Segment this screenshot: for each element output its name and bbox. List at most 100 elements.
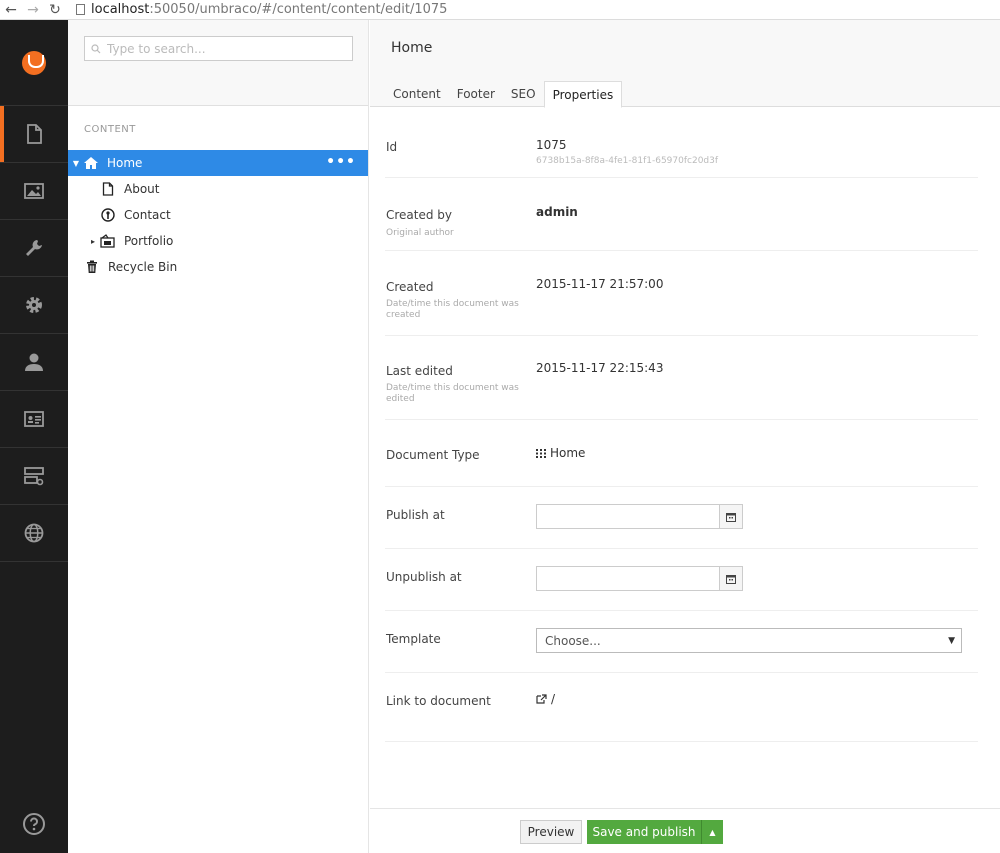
property-link: Link to document / — [385, 673, 978, 742]
tree-item-label: Home — [107, 156, 143, 170]
last-edited-value: 2015-11-17 22:15:43 — [536, 361, 664, 375]
created-by-value: admin — [536, 205, 578, 219]
search-input[interactable] — [107, 41, 347, 56]
tree-item-label: Contact — [124, 208, 171, 222]
collapse-caret-icon[interactable]: ▼ — [71, 159, 81, 168]
document-type-link[interactable]: Home — [536, 446, 585, 460]
publish-at-datepicker[interactable] — [536, 504, 743, 529]
section-content[interactable] — [0, 106, 68, 163]
tree-section-title: CONTENT — [84, 124, 136, 135]
reload-icon[interactable]: ↻ — [44, 0, 66, 20]
section-developer[interactable] — [0, 277, 68, 334]
forms-icon — [24, 467, 44, 486]
content-tree-panel: CONTENT ▼ Home ••• About Contact ▸ — [68, 20, 369, 853]
calendar-icon[interactable] — [719, 567, 742, 590]
media-icon — [24, 183, 44, 199]
dropdown-arrow-icon: ▼ — [948, 635, 955, 646]
url-host: localhost — [91, 2, 150, 17]
url-path: :50050/umbraco/#/content/content/edit/10… — [149, 2, 448, 17]
section-users[interactable] — [0, 334, 68, 391]
save-and-publish-label: Save and publish — [592, 825, 696, 839]
address-bar[interactable]: localhost:50050/umbraco/#/content/conten… — [76, 2, 447, 17]
section-settings[interactable] — [0, 220, 68, 277]
tree-item-home[interactable]: ▼ Home ••• — [68, 150, 368, 176]
unpublish-at-datepicker[interactable] — [536, 566, 743, 591]
section-forms[interactable] — [0, 448, 68, 505]
property-created: Created Date/time this document was crea… — [385, 251, 978, 336]
property-label: Document Type — [386, 448, 480, 462]
browser-toolbar: ← → ↻ localhost:50050/umbraco/#/content/… — [0, 0, 1000, 20]
external-link-icon — [536, 694, 547, 704]
tree-item-recycle-bin[interactable]: Recycle Bin — [68, 254, 368, 280]
search-box[interactable] — [84, 36, 353, 61]
editor-header: Home Content Footer SEO Properties — [370, 20, 1000, 108]
property-id: Id 1075 6738b15a-8f8a-4fe1-81f1-65970fc2… — [385, 107, 978, 178]
property-label: Created by — [386, 208, 453, 222]
user-icon — [25, 353, 43, 371]
section-media[interactable] — [0, 163, 68, 220]
section-translation[interactable] — [0, 505, 68, 562]
tab-seo[interactable]: SEO — [503, 81, 544, 107]
property-label: Unpublish at — [386, 570, 462, 584]
member-card-icon — [24, 411, 44, 427]
property-label: Id — [386, 140, 398, 154]
contact-icon — [98, 207, 118, 223]
document-link[interactable]: / — [536, 692, 555, 706]
expand-caret-icon[interactable]: ▸ — [88, 237, 98, 246]
document-type-name: Home — [550, 446, 586, 460]
more-actions-icon[interactable]: ••• — [326, 154, 356, 170]
tree-item-label: Recycle Bin — [108, 260, 178, 274]
globe-icon — [24, 523, 44, 543]
app-sidebar — [0, 20, 68, 853]
calendar-icon[interactable] — [719, 505, 742, 528]
back-icon[interactable]: ← — [0, 0, 22, 20]
tree-item-portfolio[interactable]: ▸ Portfolio — [68, 228, 368, 254]
tab-properties[interactable]: Properties — [543, 81, 623, 108]
document-icon — [98, 181, 118, 197]
editor-panel: Home Content Footer SEO Properties Id 10… — [370, 20, 1000, 853]
guid-value: 6738b15a-8f8a-4fe1-81f1-65970fc20d3f — [536, 156, 719, 166]
page-icon — [76, 4, 85, 15]
gear-icon — [26, 297, 42, 313]
tree-list: ▼ Home ••• About Contact ▸ Portfolio Rec… — [68, 150, 368, 280]
property-description: Date/time this document was edited — [386, 383, 519, 404]
tab-content[interactable]: Content — [385, 81, 449, 107]
property-template: Template Choose... ▼ — [385, 611, 978, 673]
document-icon — [27, 124, 42, 144]
forward-icon[interactable]: → — [22, 0, 44, 20]
help-button[interactable] — [0, 809, 68, 839]
help-icon — [23, 813, 45, 835]
properties-list: Id 1075 6738b15a-8f8a-4fe1-81f1-65970fc2… — [370, 107, 1000, 742]
preview-button[interactable]: Preview — [520, 820, 582, 844]
tree-item-contact[interactable]: Contact — [68, 202, 368, 228]
section-members[interactable] — [0, 391, 68, 448]
wrench-icon — [26, 240, 42, 256]
property-created-by: Created by Original author admin — [385, 178, 978, 251]
unpublish-at-input[interactable] — [537, 567, 719, 590]
property-publish-at: Publish at — [385, 487, 978, 549]
tree-item-label: About — [124, 182, 160, 196]
property-label: Template — [386, 632, 441, 646]
publish-at-input[interactable] — [537, 505, 719, 528]
template-select[interactable]: Choose... ▼ — [536, 628, 962, 653]
tab-footer[interactable]: Footer — [449, 81, 503, 107]
logo-area[interactable] — [0, 20, 68, 106]
page-name[interactable]: Home — [391, 40, 432, 56]
property-last-edited: Last edited Date/time this document was … — [385, 336, 978, 420]
tree-header — [68, 20, 368, 106]
tree-item-about[interactable]: About — [68, 176, 368, 202]
document-link-url: / — [551, 692, 556, 706]
template-selected-value: Choose... — [545, 633, 601, 648]
property-description: Original author — [386, 228, 454, 238]
editor-tabs: Content Footer SEO Properties — [385, 81, 623, 108]
property-label: Last edited — [386, 364, 453, 378]
property-label: Publish at — [386, 508, 445, 522]
save-and-publish-button[interactable]: Save and publish ▲ — [587, 820, 723, 844]
trash-icon — [82, 259, 102, 275]
property-label: Created — [386, 280, 434, 294]
property-document-type: Document Type Home — [385, 420, 978, 487]
search-icon — [91, 43, 101, 53]
caret-up-icon[interactable]: ▲ — [701, 820, 723, 844]
home-icon — [81, 155, 101, 171]
grid-icon — [536, 448, 546, 458]
